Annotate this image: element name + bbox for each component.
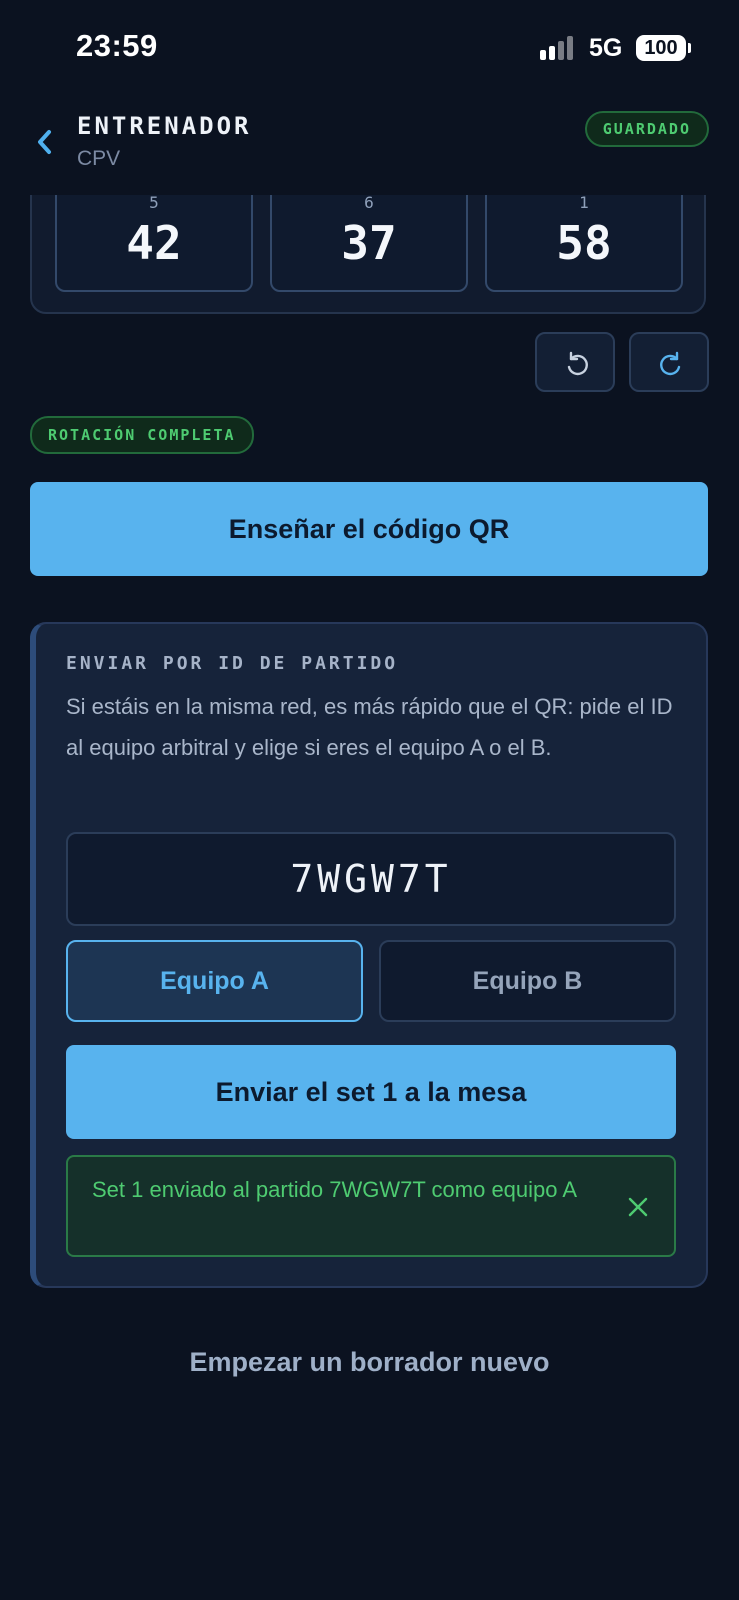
match-id-field[interactable]: 7WGW7T xyxy=(66,832,676,926)
status-time: 23:59 xyxy=(76,28,158,63)
battery-tip xyxy=(688,43,691,53)
slot-position: 6 xyxy=(364,193,374,212)
send-card-label: ENVIAR POR ID DE PARTIDO xyxy=(66,653,399,674)
send-card-description: Si estáis en la misma red, es más rápido… xyxy=(66,694,673,760)
rotation-status-badge: ROTACIÓN COMPLETA xyxy=(30,416,254,454)
slot-player-number: 42 xyxy=(126,216,182,270)
page-title: ENTRENADOR xyxy=(77,112,252,140)
send-set-button[interactable]: Enviar el set 1 a la mesa xyxy=(66,1045,676,1139)
slot-player-number: 58 xyxy=(556,216,612,270)
rotate-forward-button[interactable] xyxy=(629,332,709,392)
team-a-option[interactable]: Equipo A xyxy=(66,940,363,1022)
back-button[interactable] xyxy=(30,122,60,162)
network-type: 5G xyxy=(589,34,623,62)
slot-position: 1 xyxy=(579,193,589,212)
signal-icon xyxy=(540,36,578,60)
rotate-back-button[interactable] xyxy=(535,332,615,392)
new-draft-link[interactable]: Empezar un borrador nuevo xyxy=(0,1347,739,1378)
show-qr-button[interactable]: Enseñar el código QR xyxy=(30,482,708,576)
app-header: ENTRENADOR CPV GUARDADO xyxy=(0,100,739,195)
chevron-left-icon xyxy=(38,130,51,154)
slot-player-number: 37 xyxy=(341,216,397,270)
battery-icon: 100 xyxy=(636,35,686,61)
saved-status-badge: GUARDADO xyxy=(584,111,709,147)
rotate-right-icon xyxy=(660,351,681,376)
page-subtitle: CPV xyxy=(77,147,121,170)
success-message: Set 1 enviado al partido 7WGW7T como equ… xyxy=(66,1155,676,1257)
slot-position: 5 xyxy=(149,193,159,212)
status-bar: 23:59 5G 100 xyxy=(0,0,739,100)
dismiss-success-button[interactable] xyxy=(626,1195,650,1219)
close-icon xyxy=(628,1197,648,1217)
success-text: Set 1 enviado al partido 7WGW7T como equ… xyxy=(92,1177,578,1202)
team-b-option[interactable]: Equipo B xyxy=(379,940,676,1022)
rotate-left-icon xyxy=(567,351,588,376)
